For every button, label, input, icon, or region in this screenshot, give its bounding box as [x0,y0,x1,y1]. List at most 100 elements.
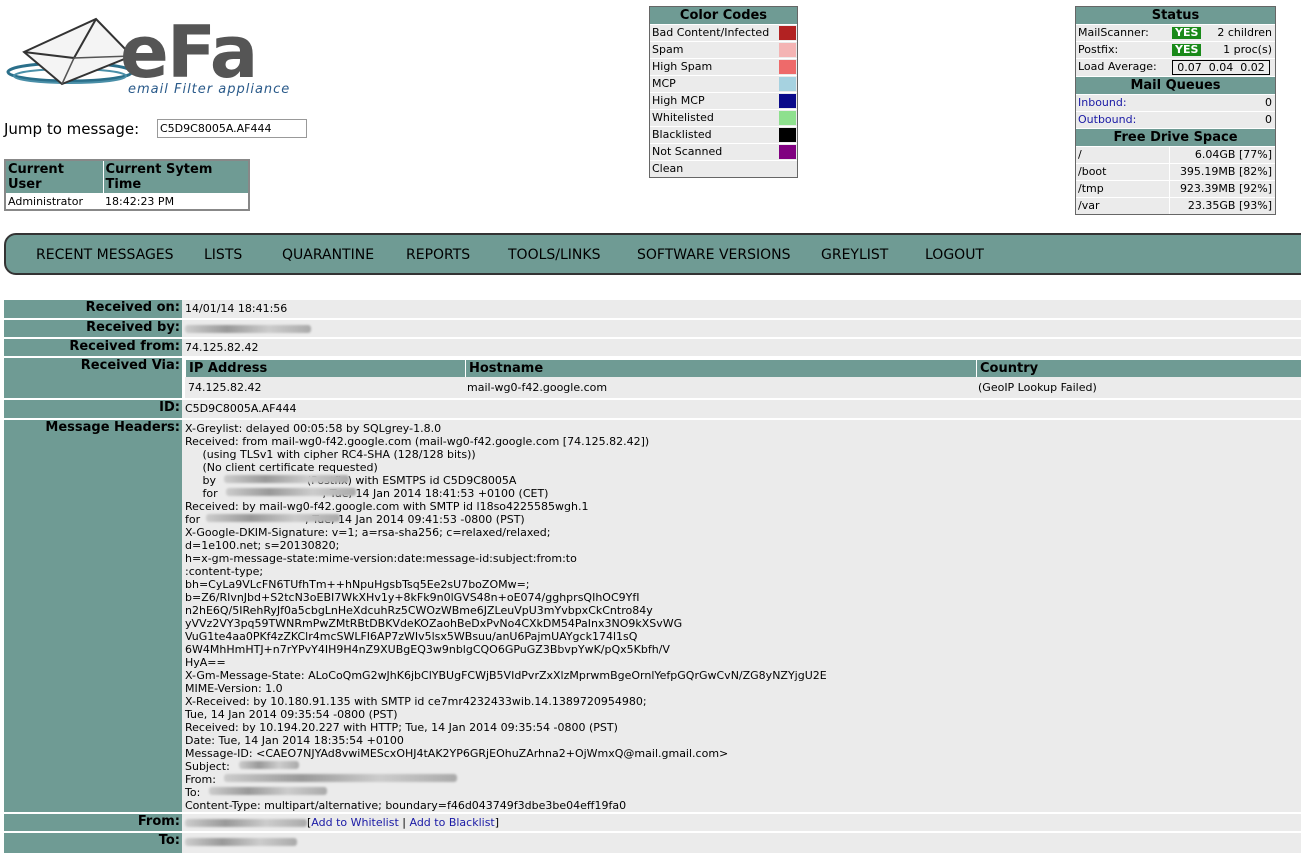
color-code-label: Spam [652,43,684,56]
received-via-row: Received Via: IP Address Hostname Countr… [4,356,1301,398]
redacted-for-address [206,514,340,522]
nav-greylist[interactable]: GREYLIST [821,247,888,263]
logo-brand: eFa [120,10,258,94]
from-label: From: [4,814,182,831]
color-swatch [779,128,796,142]
main-nav-bar: RECENT MESSAGES LISTS QUARANTINE REPORTS… [4,233,1301,275]
color-code-label: MCP [652,77,676,90]
drive-divider [1169,147,1170,163]
nav-reports[interactable]: REPORTS [406,247,470,263]
nav-logout[interactable]: LOGOUT [925,247,984,263]
nav-software-versions[interactable]: SOFTWARE VERSIONS [637,247,791,263]
via-country-value: (GeoIP Lookup Failed) [978,381,1097,394]
color-code-label: Blacklisted [652,128,712,141]
color-swatch [779,94,796,108]
redacted-by-host [224,475,349,483]
from-row: From: [Add to Whitelist | Add to Blackli… [4,812,1301,831]
redacted-from-address [185,819,307,827]
postfix-label: Postfix: [1078,43,1119,56]
drive-mount: /tmp [1078,182,1104,195]
received-via-label: Received Via: [4,358,182,398]
received-by-row: Received by: [4,318,1301,337]
color-code-row: High MCP [650,92,797,109]
nav-tools-links[interactable]: TOOLS/LINKS [508,247,600,263]
nav-recent-messages[interactable]: RECENT MESSAGES [36,247,174,263]
to-row: To: [4,831,1301,853]
mailscanner-info: 2 children [1217,26,1272,39]
outbound-queue-link[interactable]: Outbound: [1078,113,1136,126]
redacted-to [209,787,327,795]
drive-divider [1169,181,1170,197]
status-title: Status [1076,7,1275,24]
color-code-row: Spam [650,41,797,58]
nav-quarantine[interactable]: QUARANTINE [282,247,374,263]
color-code-label: Whitelisted [652,111,714,124]
inbound-queue-count: 0 [1265,96,1272,109]
nav-lists[interactable]: LISTS [204,247,242,263]
add-to-blacklist-link[interactable]: Add to Blacklist [409,816,494,829]
current-user-value: Administrator [8,195,83,208]
color-code-label: Bad Content/Infected [652,26,770,39]
redacted-subject [239,761,299,769]
postfix-info: 1 proc(s) [1223,43,1272,56]
color-swatch [779,43,796,57]
drive-mount: /var [1078,199,1100,212]
color-code-row: MCP [650,75,797,92]
color-code-row: Bad Content/Infected [650,24,797,41]
message-headers-label: Message Headers: [4,420,182,812]
color-code-row: Blacklisted [650,126,797,143]
color-code-label: High Spam [652,60,713,73]
drive-divider [1169,164,1170,180]
color-swatch [779,162,796,176]
drive-mount: / [1078,148,1082,161]
redacted-to-address [185,838,297,846]
color-code-label: Clean [652,162,684,175]
mailscanner-label: MailScanner: [1078,26,1149,39]
id-label: ID: [4,400,182,418]
current-time-header: Current Sytem Time [102,159,250,194]
via-hostname-value: mail-wg0-f42.google.com [467,381,608,394]
color-code-row: Whitelisted [650,109,797,126]
inbound-queue-link[interactable]: Inbound: [1078,96,1127,109]
load-average-label: Load Average: [1078,60,1157,73]
drive-free: 923.39MB [92%] [1179,182,1272,195]
postfix-status-badge: YES [1172,44,1202,56]
to-label: To: [4,833,182,853]
outbound-queue-count: 0 [1265,113,1272,126]
color-code-row: Not Scanned [650,143,797,160]
jump-label: Jump to message: [4,120,140,138]
drive-row: / 6.04GB [77%] [1076,146,1275,163]
received-from-value: 74.125.82.42 [185,341,259,354]
efa-logo: eFa email Filter appliance [4,14,294,104]
free-drive-space-title: Free Drive Space [1076,128,1275,146]
via-ip-value: 74.125.82.42 [188,381,262,394]
mailscanner-status-badge: YES [1172,27,1202,39]
color-code-label: Not Scanned [652,145,723,158]
load-average-values: 0.07 0.04 0.02 [1172,60,1270,75]
redacted-for-address [226,488,356,496]
drive-free: 23.35GB [93%] [1187,199,1272,212]
drive-mount: /boot [1078,165,1107,178]
drive-free: 6.04GB [77%] [1194,148,1272,161]
color-swatch [779,60,796,74]
received-on-label: Received on: [4,300,182,318]
via-country-header: Country [976,360,1301,377]
redacted-from [224,774,457,782]
current-user-table: Current User Current Sytem Time Administ… [4,159,250,211]
drive-row: /tmp 923.39MB [92%] [1076,180,1275,197]
drive-free: 395.19MB [82%] [1179,165,1272,178]
color-swatch [779,111,796,125]
add-to-whitelist-link[interactable]: Add to Whitelist [311,816,398,829]
color-swatch [779,145,796,159]
received-by-label: Received by: [4,320,182,337]
color-code-row: High Spam [650,58,797,75]
message-headers-row: Message Headers: X-Greylist: delayed 00:… [4,418,1301,812]
color-code-label: High MCP [652,94,705,107]
jump-to-message-input[interactable] [157,119,307,138]
received-from-label: Received from: [4,339,182,356]
color-swatch [779,77,796,91]
received-on-value: 14/01/14 18:41:56 [185,302,288,315]
logo-tagline: email Filter appliance [128,82,291,97]
redacted-received-by [185,325,311,333]
drive-row: /var 23.35GB [93%] [1076,197,1275,214]
